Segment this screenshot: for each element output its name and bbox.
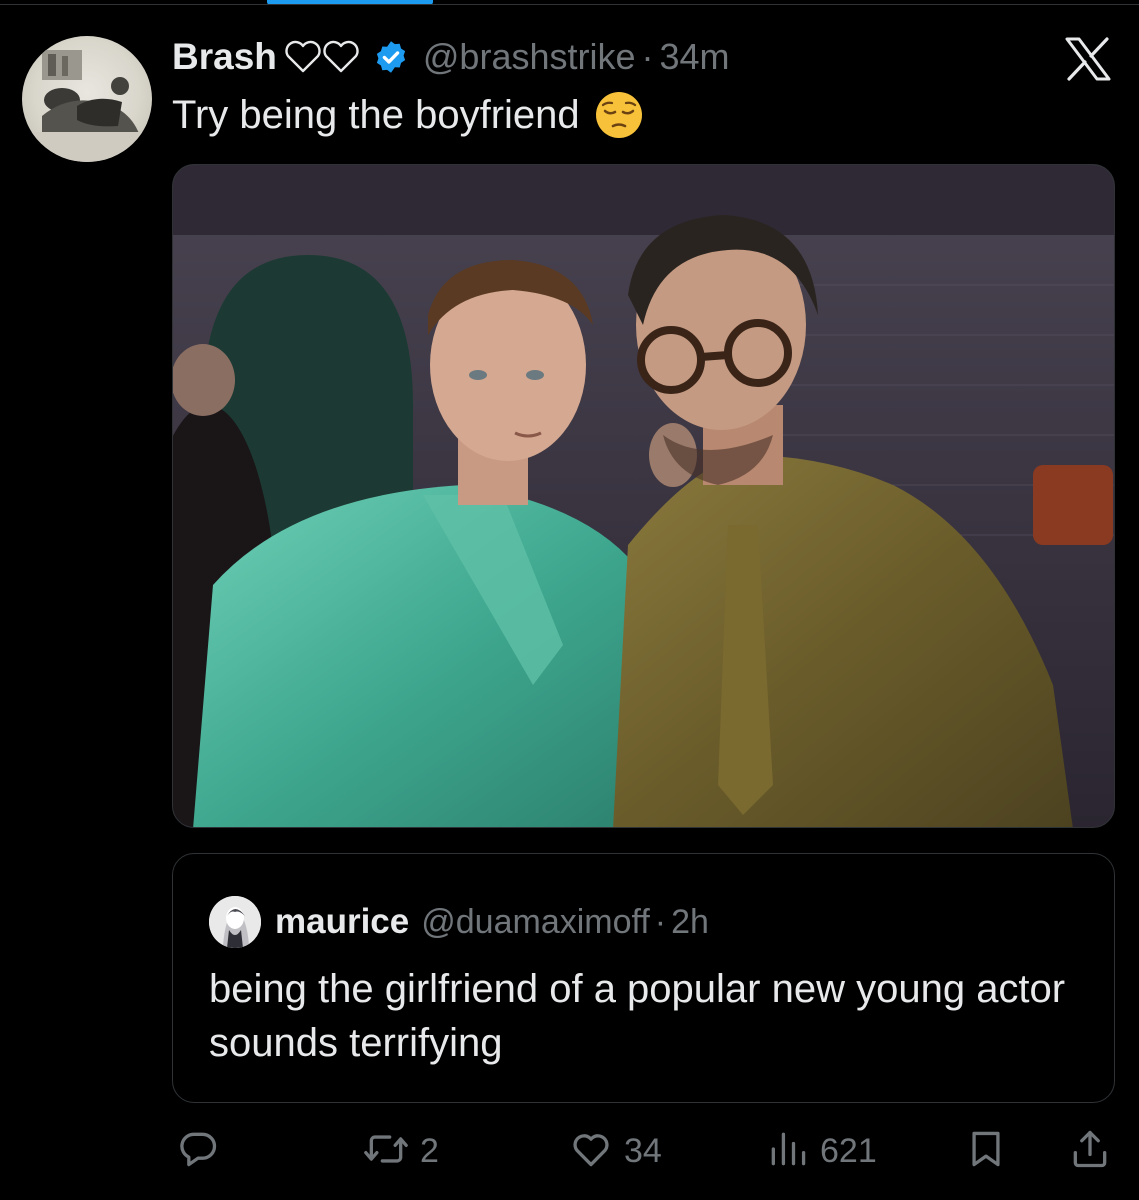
verified-badge-icon[interactable] [373,39,409,75]
hearts-icon [283,39,363,75]
views-count: 621 [820,1131,877,1170]
share-icon [1068,1127,1112,1176]
quoted-avatar[interactable] [209,896,261,948]
quoted-timestamp[interactable]: 2h [671,903,709,942]
quoted-tweet-header: maurice @duamaximoff · 2h [209,896,709,948]
action-bar: 2 34 621 [172,1122,1115,1180]
avatar[interactable] [22,36,152,162]
divider [0,4,1139,5]
x-logo-icon[interactable] [1062,36,1114,82]
quoted-tweet-text: being the girlfriend of a popular new yo… [209,967,1066,1065]
reply-icon [176,1127,220,1176]
views-button[interactable]: 621 [766,1122,877,1180]
bookmark-button[interactable] [964,1122,1008,1180]
tweet-photo[interactable] [172,164,1115,828]
quoted-author-name[interactable]: maurice [275,902,409,942]
retweet-button[interactable]: 2 [362,1122,439,1180]
author-handle[interactable]: @brashstrike [423,36,636,78]
tweet-text: Try being the boyfriend [172,90,644,140]
pensive-face-icon [594,90,644,140]
separator-dot: · [641,36,654,77]
tweet-header: Brash @brashstrike · 34m [172,34,730,80]
quoted-author-handle[interactable]: @duamaximoff [421,903,650,942]
separator-dot: · [654,902,667,941]
retweet-icon [362,1127,410,1176]
tweet-timestamp[interactable]: 34m [660,36,730,78]
like-count: 34 [624,1131,662,1170]
bookmark-icon [964,1127,1008,1176]
share-button[interactable] [1068,1122,1112,1180]
author-name[interactable]: Brash [172,36,277,78]
reply-button[interactable] [176,1122,220,1180]
quoted-tweet[interactable]: maurice @duamaximoff · 2h being the girl… [172,853,1115,1103]
tweet-body: Try being the boyfriend [172,92,580,137]
like-button[interactable]: 34 [568,1122,662,1180]
retweet-count: 2 [420,1131,439,1170]
heart-icon [568,1127,614,1176]
views-icon [766,1127,810,1176]
